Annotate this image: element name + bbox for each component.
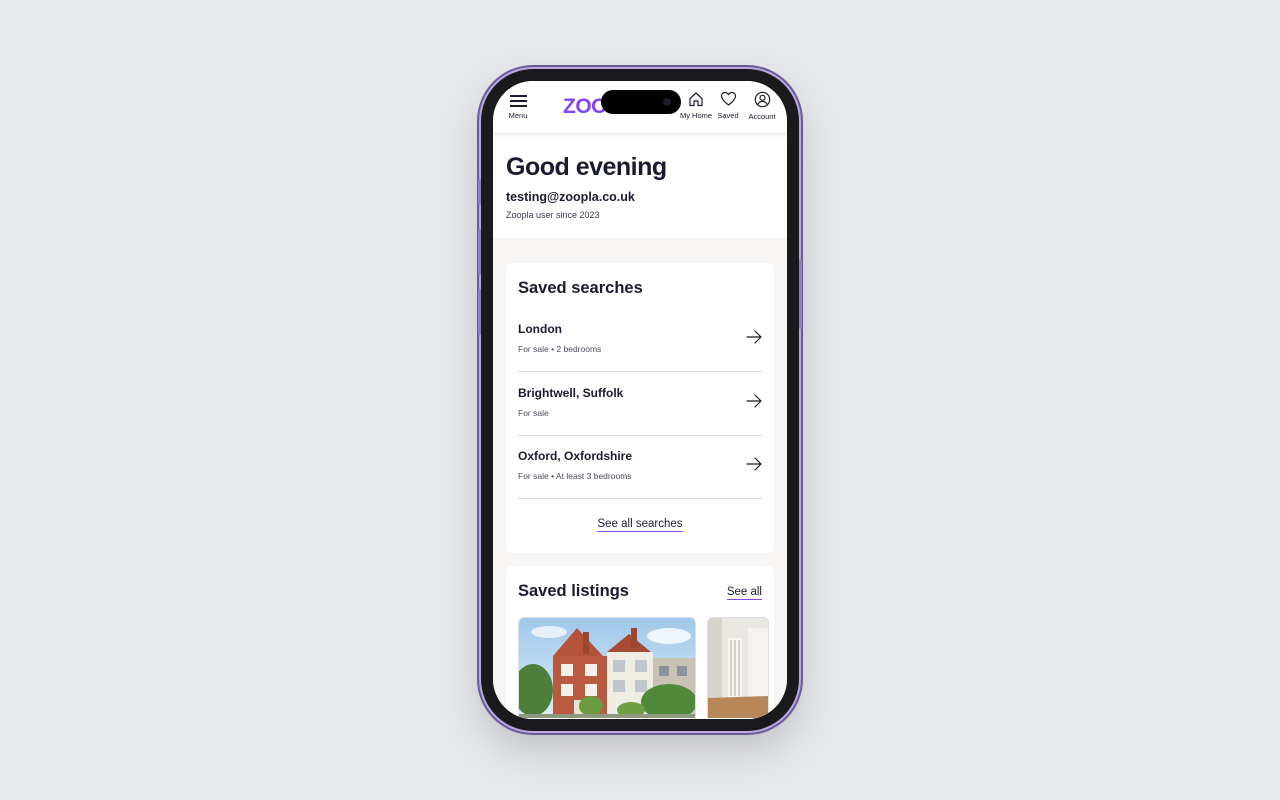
nav-account[interactable]: Account <box>744 91 780 121</box>
listing-card[interactable] <box>518 617 696 719</box>
saved-searches-title: Saved searches <box>518 279 643 297</box>
greeting-section: Good evening testing@zoopla.co.uk Zoopla… <box>506 153 776 220</box>
dynamic-island <box>601 90 681 114</box>
nav-saved[interactable]: Saved <box>714 91 742 120</box>
saved-search-item[interactable]: Oxford, Oxfordshire For sale • At least … <box>518 435 762 499</box>
home-icon <box>689 92 703 107</box>
phone-screen: Menu ZOOPLA My Home Saved <box>493 81 787 719</box>
see-all-searches-container: See all searches <box>506 514 774 532</box>
phone-power-button <box>799 259 802 329</box>
see-all-listings-container: See all <box>726 582 762 600</box>
saved-listings-card: Saved listings See all <box>506 566 774 719</box>
search-name: Oxford, Oxfordshire <box>518 449 633 463</box>
user-since: Zoopla user since 2023 <box>506 210 600 220</box>
nav-saved-label: Saved <box>717 111 739 120</box>
search-name: Brightwell, Suffolk <box>518 386 624 400</box>
saved-search-item[interactable]: Brightwell, Suffolk For sale <box>518 372 762 436</box>
content-area: Saved searches London For sale • 2 bedro… <box>493 238 787 719</box>
heart-icon <box>720 91 736 106</box>
search-name: London <box>518 322 562 336</box>
arrow-right-icon <box>746 457 762 471</box>
phone-volume-up <box>478 229 481 275</box>
camera-icon <box>663 98 671 106</box>
listing-photo <box>519 618 695 719</box>
saved-searches-card: Saved searches London For sale • 2 bedro… <box>506 263 774 553</box>
see-all-listings-link[interactable]: See all <box>726 586 762 600</box>
see-all-searches-link[interactable]: See all searches <box>597 518 683 532</box>
menu-label: Menu <box>508 111 528 120</box>
listing-photo <box>708 618 768 719</box>
phone-silent-switch <box>478 179 481 205</box>
saved-listings-title: Saved listings <box>518 582 629 600</box>
search-meta: For sale • 2 bedrooms <box>518 344 602 354</box>
search-meta: For sale <box>518 408 549 418</box>
stage: Menu ZOOPLA My Home Saved <box>0 0 1280 800</box>
menu-button[interactable]: Menu <box>505 93 531 123</box>
arrow-right-icon <box>746 330 762 344</box>
listing-card[interactable] <box>707 617 769 719</box>
user-email: testing@zoopla.co.uk <box>506 190 635 204</box>
arrow-right-icon <box>746 394 762 408</box>
account-icon <box>754 91 770 108</box>
phone-frame: Menu ZOOPLA My Home Saved <box>478 69 802 731</box>
hamburger-icon <box>509 95 527 107</box>
nav-my-home[interactable]: My Home <box>676 91 716 120</box>
nav-home-label: My Home <box>679 111 713 120</box>
search-meta: For sale • At least 3 bedrooms <box>518 471 632 481</box>
phone-volume-down <box>478 289 481 335</box>
nav-account-label: Account <box>748 112 776 121</box>
saved-search-item[interactable]: London For sale • 2 bedrooms <box>518 308 762 372</box>
page-title: Good evening <box>506 153 667 181</box>
